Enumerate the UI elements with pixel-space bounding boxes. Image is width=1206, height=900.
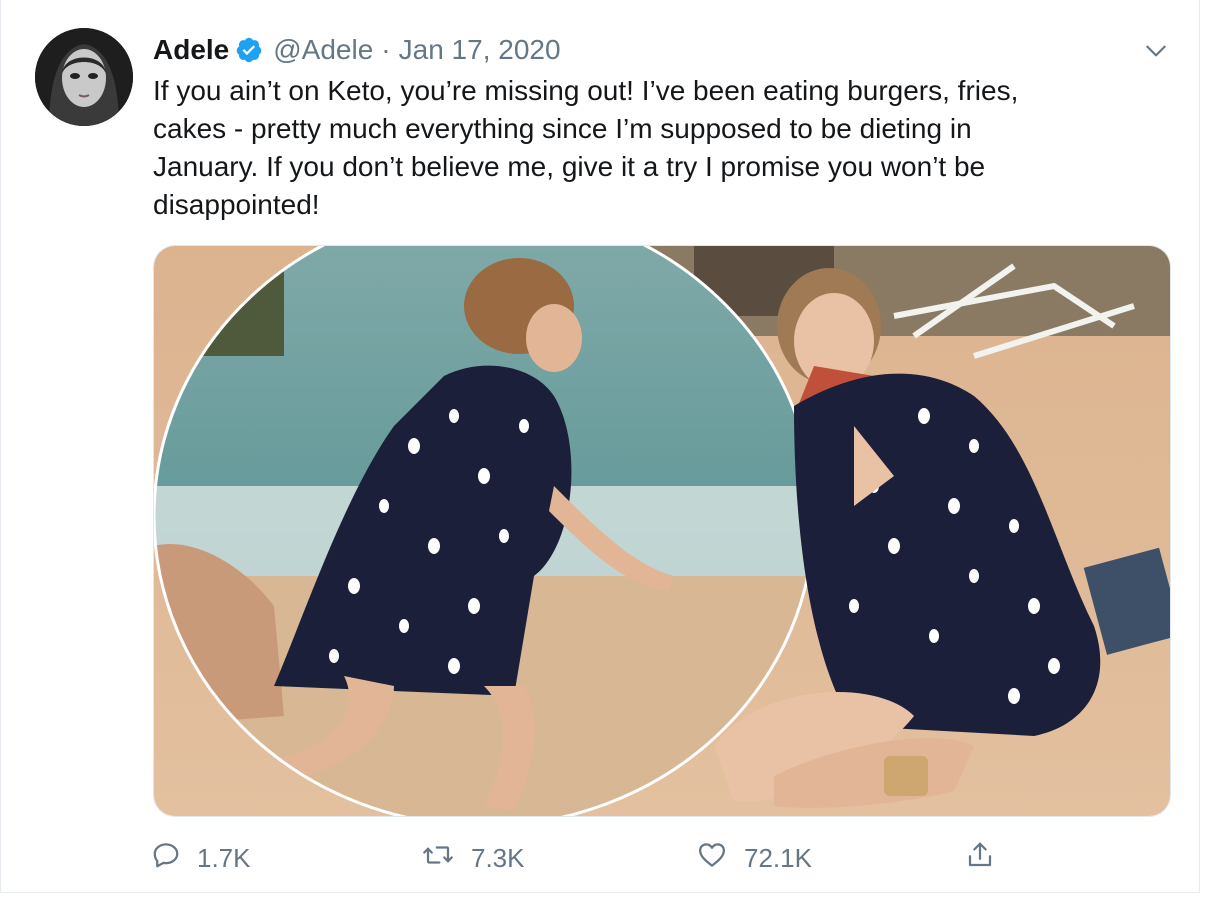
retweet-count: 7.3K xyxy=(471,842,525,873)
tweet-actions: 1.7K 7.3K 72.1K xyxy=(151,835,1011,881)
tweet-text-line: disappointed! xyxy=(153,189,320,220)
header-separator: · xyxy=(381,34,391,65)
author-handle[interactable]: @Adele xyxy=(273,34,373,66)
share-icon xyxy=(965,840,1011,877)
reply-button[interactable]: 1.7K xyxy=(151,835,251,881)
reply-count: 1.7K xyxy=(197,842,251,873)
chevron-down-icon[interactable] xyxy=(1141,36,1171,66)
author-avatar[interactable] xyxy=(35,28,133,126)
author-name[interactable]: Adele xyxy=(153,34,229,66)
retweet-icon xyxy=(421,840,471,877)
tweet-text-line: If you ain’t on Keto, you’re missing out… xyxy=(153,75,1019,106)
heart-icon xyxy=(696,840,744,877)
share-button[interactable] xyxy=(965,835,1011,881)
tweet-photo[interactable] xyxy=(153,245,1171,817)
verified-badge-icon xyxy=(235,36,263,64)
tweet-text-line: cakes - pretty much everything since I’m… xyxy=(153,113,972,144)
retweet-button[interactable]: 7.3K xyxy=(421,835,525,881)
tweet-text-line: January. If you don’t believe me, give i… xyxy=(153,151,986,182)
beach-photo-illustration xyxy=(154,246,1170,816)
tweet-text: If you ain’t on Keto, you’re missing out… xyxy=(153,72,1153,224)
reply-icon xyxy=(151,840,197,877)
tweet-header: Adele @Adele · Jan 17, 2020 xyxy=(153,30,561,70)
tweet-date[interactable]: Jan 17, 2020 xyxy=(399,34,561,66)
like-count: 72.1K xyxy=(744,842,812,873)
like-button[interactable]: 72.1K xyxy=(696,835,812,881)
avatar-portrait xyxy=(35,28,133,126)
tweet-card: Adele @Adele · Jan 17, 2020 If you ain’t… xyxy=(0,0,1200,893)
